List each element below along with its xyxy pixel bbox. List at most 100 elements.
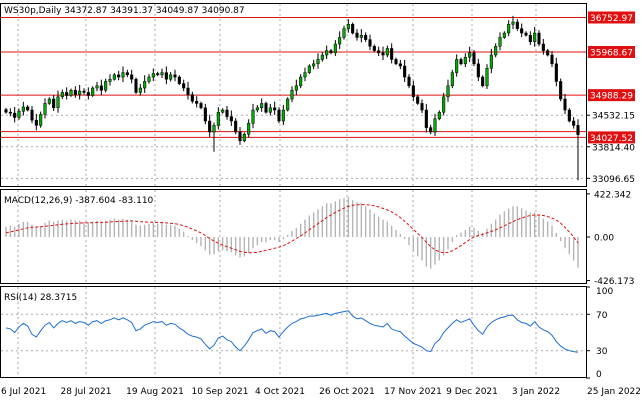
bearish-candle[interactable] [403,65,407,78]
bearish-candle[interactable] [351,23,355,34]
bearish-candle[interactable] [13,112,17,118]
bullish-candle[interactable] [312,63,316,67]
bullish-candle[interactable] [433,118,437,133]
bearish-candle[interactable] [8,111,12,114]
bearish-candle[interactable] [125,72,129,76]
bearish-candle[interactable] [472,52,476,65]
bearish-candle[interactable] [364,34,368,40]
bearish-candle[interactable] [182,83,186,89]
bullish-candle[interactable] [342,28,346,38]
bearish-candle[interactable] [173,74,177,78]
bearish-candle[interactable] [30,109,34,121]
bullish-candle[interactable] [333,43,337,54]
bearish-candle[interactable] [537,32,541,45]
bullish-candle[interactable] [151,73,155,78]
bullish-candle[interactable] [325,50,329,56]
bearish-candle[interactable] [515,21,519,29]
bullish-candle[interactable] [69,89,73,96]
bullish-candle[interactable] [359,34,363,38]
bearish-candle[interactable] [277,109,281,122]
bearish-candle[interactable] [65,92,69,96]
bullish-candle[interactable] [294,85,298,91]
bearish-candle[interactable] [208,120,212,133]
bullish-candle[interactable] [346,23,350,29]
bearish-candle[interactable] [377,50,381,54]
bullish-candle[interactable] [78,90,82,95]
bearish-candle[interactable] [273,107,277,111]
bearish-candle[interactable] [528,34,532,43]
bearish-candle[interactable] [195,100,199,104]
bullish-candle[interactable] [247,122,251,135]
trading-chart[interactable]: 6 Jul 2021 28 Jul 2021 19 Aug 2021 10 Sep 2… [0,0,642,401]
bearish-candle[interactable] [394,59,398,65]
bearish-candle[interactable] [225,109,229,117]
bullish-candle[interactable] [281,109,285,122]
bullish-candle[interactable] [290,89,294,100]
bearish-candle[interactable] [550,54,554,65]
chart-canvas[interactable]: 6 Jul 2021 28 Jul 2021 19 Aug 2021 10 Sep 2… [0,0,642,401]
bearish-candle[interactable] [177,76,181,84]
bearish-candle[interactable] [130,74,134,80]
bullish-candle[interactable] [21,106,25,112]
bullish-candle[interactable] [60,92,64,98]
bullish-candle[interactable] [221,109,225,113]
bullish-candle[interactable] [121,72,125,78]
bearish-candle[interactable] [563,98,567,111]
bearish-candle[interactable] [203,107,207,122]
bearish-candle[interactable] [186,87,190,95]
bearish-candle[interactable] [520,28,524,34]
bullish-candle[interactable] [160,72,164,76]
bullish-candle[interactable] [455,59,459,73]
bullish-candle[interactable] [17,111,21,118]
bearish-candle[interactable] [156,73,160,76]
bullish-candle[interactable] [316,59,320,65]
bearish-candle[interactable] [407,76,411,87]
bullish-candle[interactable] [437,111,441,120]
bullish-candle[interactable] [268,107,272,113]
bullish-candle[interactable] [385,48,389,56]
bullish-candle[interactable] [463,56,467,65]
bearish-candle[interactable] [368,39,372,47]
bullish-candle[interactable] [307,65,311,73]
bullish-candle[interactable] [56,96,60,109]
bullish-candle[interactable] [303,72,307,78]
bearish-candle[interactable] [476,63,480,78]
bullish-candle[interactable] [147,76,151,82]
bearish-candle[interactable] [524,32,528,36]
bullish-candle[interactable] [468,52,472,58]
bullish-candle[interactable] [169,74,173,80]
bearish-candle[interactable] [52,98,56,109]
bearish-candle[interactable] [34,119,38,126]
bearish-candle[interactable] [234,120,238,133]
bullish-candle[interactable] [338,37,342,45]
bearish-candle[interactable] [411,85,415,98]
bullish-candle[interactable] [91,87,95,96]
bearish-candle[interactable] [99,85,103,91]
bearish-candle[interactable] [554,63,558,82]
bearish-candle[interactable] [355,32,359,38]
bullish-candle[interactable] [489,54,493,69]
bullish-candle[interactable] [143,81,147,89]
bullish-candle[interactable] [494,45,498,56]
bullish-candle[interactable] [104,81,108,91]
bearish-candle[interactable] [398,63,402,67]
bullish-candle[interactable] [47,98,51,104]
bearish-candle[interactable] [134,78,138,93]
bullish-candle[interactable] [502,32,506,38]
bearish-candle[interactable] [459,59,463,65]
bullish-candle[interactable] [511,21,515,25]
bullish-candle[interactable] [498,37,502,47]
bearish-candle[interactable] [4,109,8,113]
bullish-candle[interactable] [216,111,220,126]
bullish-candle[interactable] [251,109,255,124]
bullish-candle[interactable] [299,76,303,87]
bearish-candle[interactable] [390,48,394,60]
bullish-candle[interactable] [320,54,324,60]
bullish-candle[interactable] [242,133,246,142]
bullish-candle[interactable] [450,72,454,87]
bearish-candle[interactable] [73,89,77,95]
bearish-candle[interactable] [572,120,576,126]
bearish-candle[interactable] [82,90,86,93]
bullish-candle[interactable] [95,85,99,89]
bullish-candle[interactable] [446,85,450,98]
